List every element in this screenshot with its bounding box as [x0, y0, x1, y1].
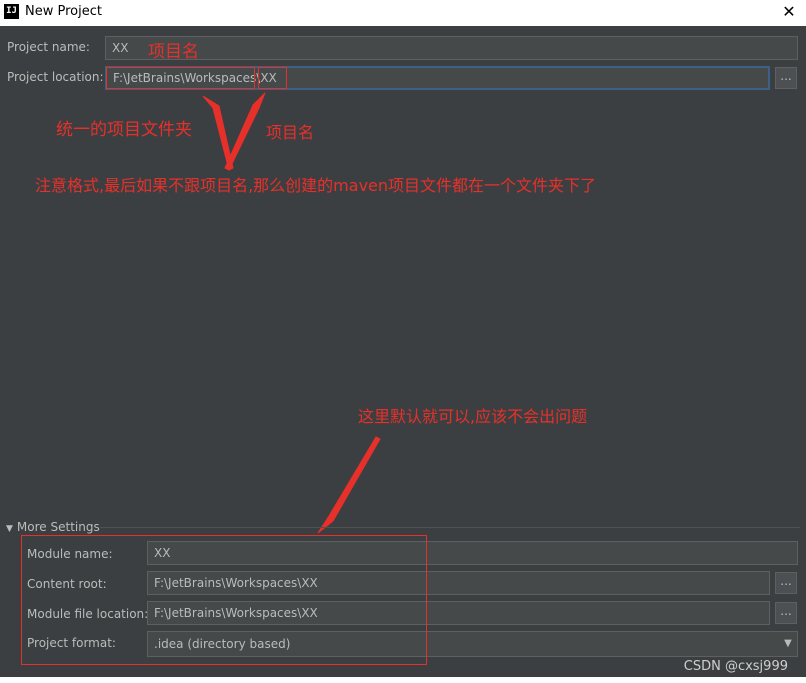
csdn-watermark: CSDN @cxsj999 — [683, 659, 788, 674]
module-file-location-browse-button[interactable]: ... — [775, 602, 797, 624]
bottom-button-strip — [0, 677, 806, 683]
collapse-triangle-icon: ▼ — [6, 524, 13, 534]
more-settings-highlight-box — [21, 535, 427, 665]
arrow-to-project-name — [224, 92, 266, 171]
dropdown-arrow-icon[interactable]: ▼ — [778, 632, 798, 656]
more-settings-divider — [100, 527, 800, 528]
more-settings-title: More Settings — [16, 520, 100, 534]
more-settings-toggle[interactable]: ▼ More Settings — [6, 520, 100, 534]
content-root-browse-button[interactable]: ... — [775, 572, 797, 594]
arrow-to-more-settings — [317, 436, 381, 534]
